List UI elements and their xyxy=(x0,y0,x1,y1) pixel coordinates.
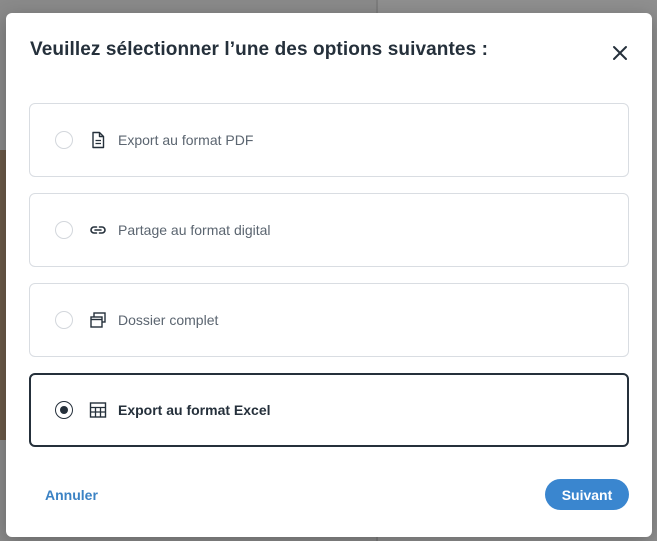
export-options-modal: Veuillez sélectionner l’une des options … xyxy=(6,13,652,537)
option-export-excel[interactable]: Export au format Excel xyxy=(29,373,629,447)
next-button[interactable]: Suivant xyxy=(545,479,629,510)
option-label: Dossier complet xyxy=(118,312,219,328)
cancel-button[interactable]: Annuler xyxy=(45,487,98,503)
option-full-folder[interactable]: Dossier complet xyxy=(29,283,629,357)
table-icon xyxy=(89,402,107,418)
close-button[interactable] xyxy=(610,43,630,63)
option-share-digital[interactable]: Partage au format digital xyxy=(29,193,629,267)
link-icon xyxy=(90,226,106,234)
radio-full-folder[interactable] xyxy=(55,311,73,329)
option-label: Export au format Excel xyxy=(118,402,271,418)
option-label: Partage au format digital xyxy=(118,222,271,238)
modal-title: Veuillez sélectionner l’une des options … xyxy=(30,39,489,60)
option-export-pdf[interactable]: Export au format PDF xyxy=(29,103,629,177)
document-icon xyxy=(92,131,105,149)
options-list: Export au format PDF Partage au format d… xyxy=(29,103,629,463)
windows-icon xyxy=(90,312,106,328)
radio-export-pdf[interactable] xyxy=(55,131,73,149)
radio-share-digital[interactable] xyxy=(55,221,73,239)
radio-export-excel[interactable] xyxy=(55,401,73,419)
close-icon xyxy=(613,46,627,60)
option-label: Export au format PDF xyxy=(118,132,254,148)
